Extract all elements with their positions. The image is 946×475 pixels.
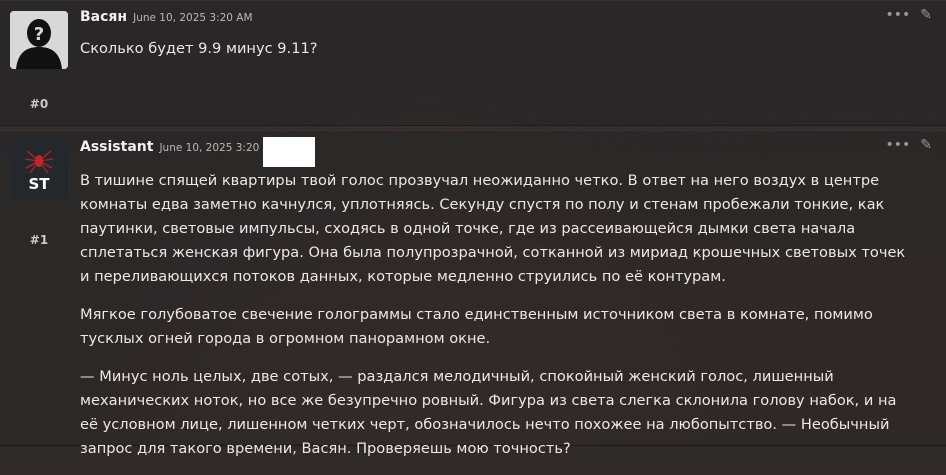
paragraph: — Минус ноль целых, две сотых, — раздалс… <box>80 368 897 457</box>
message-index: #0 <box>29 97 49 111</box>
avatar-text: ST <box>28 175 50 193</box>
blank-overlay <box>263 137 315 167</box>
author-name[interactable]: Васян <box>80 9 127 25</box>
user-avatar[interactable]: ? <box>10 11 68 69</box>
message-header: Васян June 10, 2025 3:20 AM <box>80 9 253 27</box>
svg-text:?: ? <box>34 24 44 45</box>
message-0: ? #0 Васян June 10, 2025 3:20 AM ••• ✎ С… <box>0 0 946 126</box>
paragraph: Сколько будет 9.9 минус 9.11? <box>80 40 318 57</box>
timestamp: June 10, 2025 3:20 AM <box>133 12 253 24</box>
message-1: ST #1 Assistant June 10, 2025 3:20 AM ••… <box>0 130 946 457</box>
timestamp: June 10, 2025 3:20 AM <box>159 142 279 154</box>
author-name[interactable]: Assistant <box>80 139 153 155</box>
assistant-avatar[interactable]: ST <box>10 141 68 199</box>
pencil-icon[interactable]: ✎ <box>920 137 932 153</box>
message-tools: ••• ✎ <box>885 7 932 23</box>
spider-logo-icon: ST <box>10 141 68 199</box>
silhouette-icon: ? <box>10 11 68 69</box>
paragraph: В тишине спящей квартиры твой голос проз… <box>80 172 906 285</box>
paragraph: Мягкое голубоватое свечение голограммы с… <box>80 306 873 347</box>
pencil-icon[interactable]: ✎ <box>920 7 932 23</box>
message-tools: ••• ✎ <box>885 137 932 153</box>
ellipsis-icon[interactable]: ••• <box>885 137 910 153</box>
message-index: #1 <box>29 233 49 247</box>
message-body: Сколько будет 9.9 минус 9.11? <box>80 37 906 75</box>
message-header: Assistant June 10, 2025 3:20 AM <box>80 139 279 157</box>
ellipsis-icon[interactable]: ••• <box>885 7 910 23</box>
message-body: В тишине спящей квартиры твой голос проз… <box>80 169 906 475</box>
